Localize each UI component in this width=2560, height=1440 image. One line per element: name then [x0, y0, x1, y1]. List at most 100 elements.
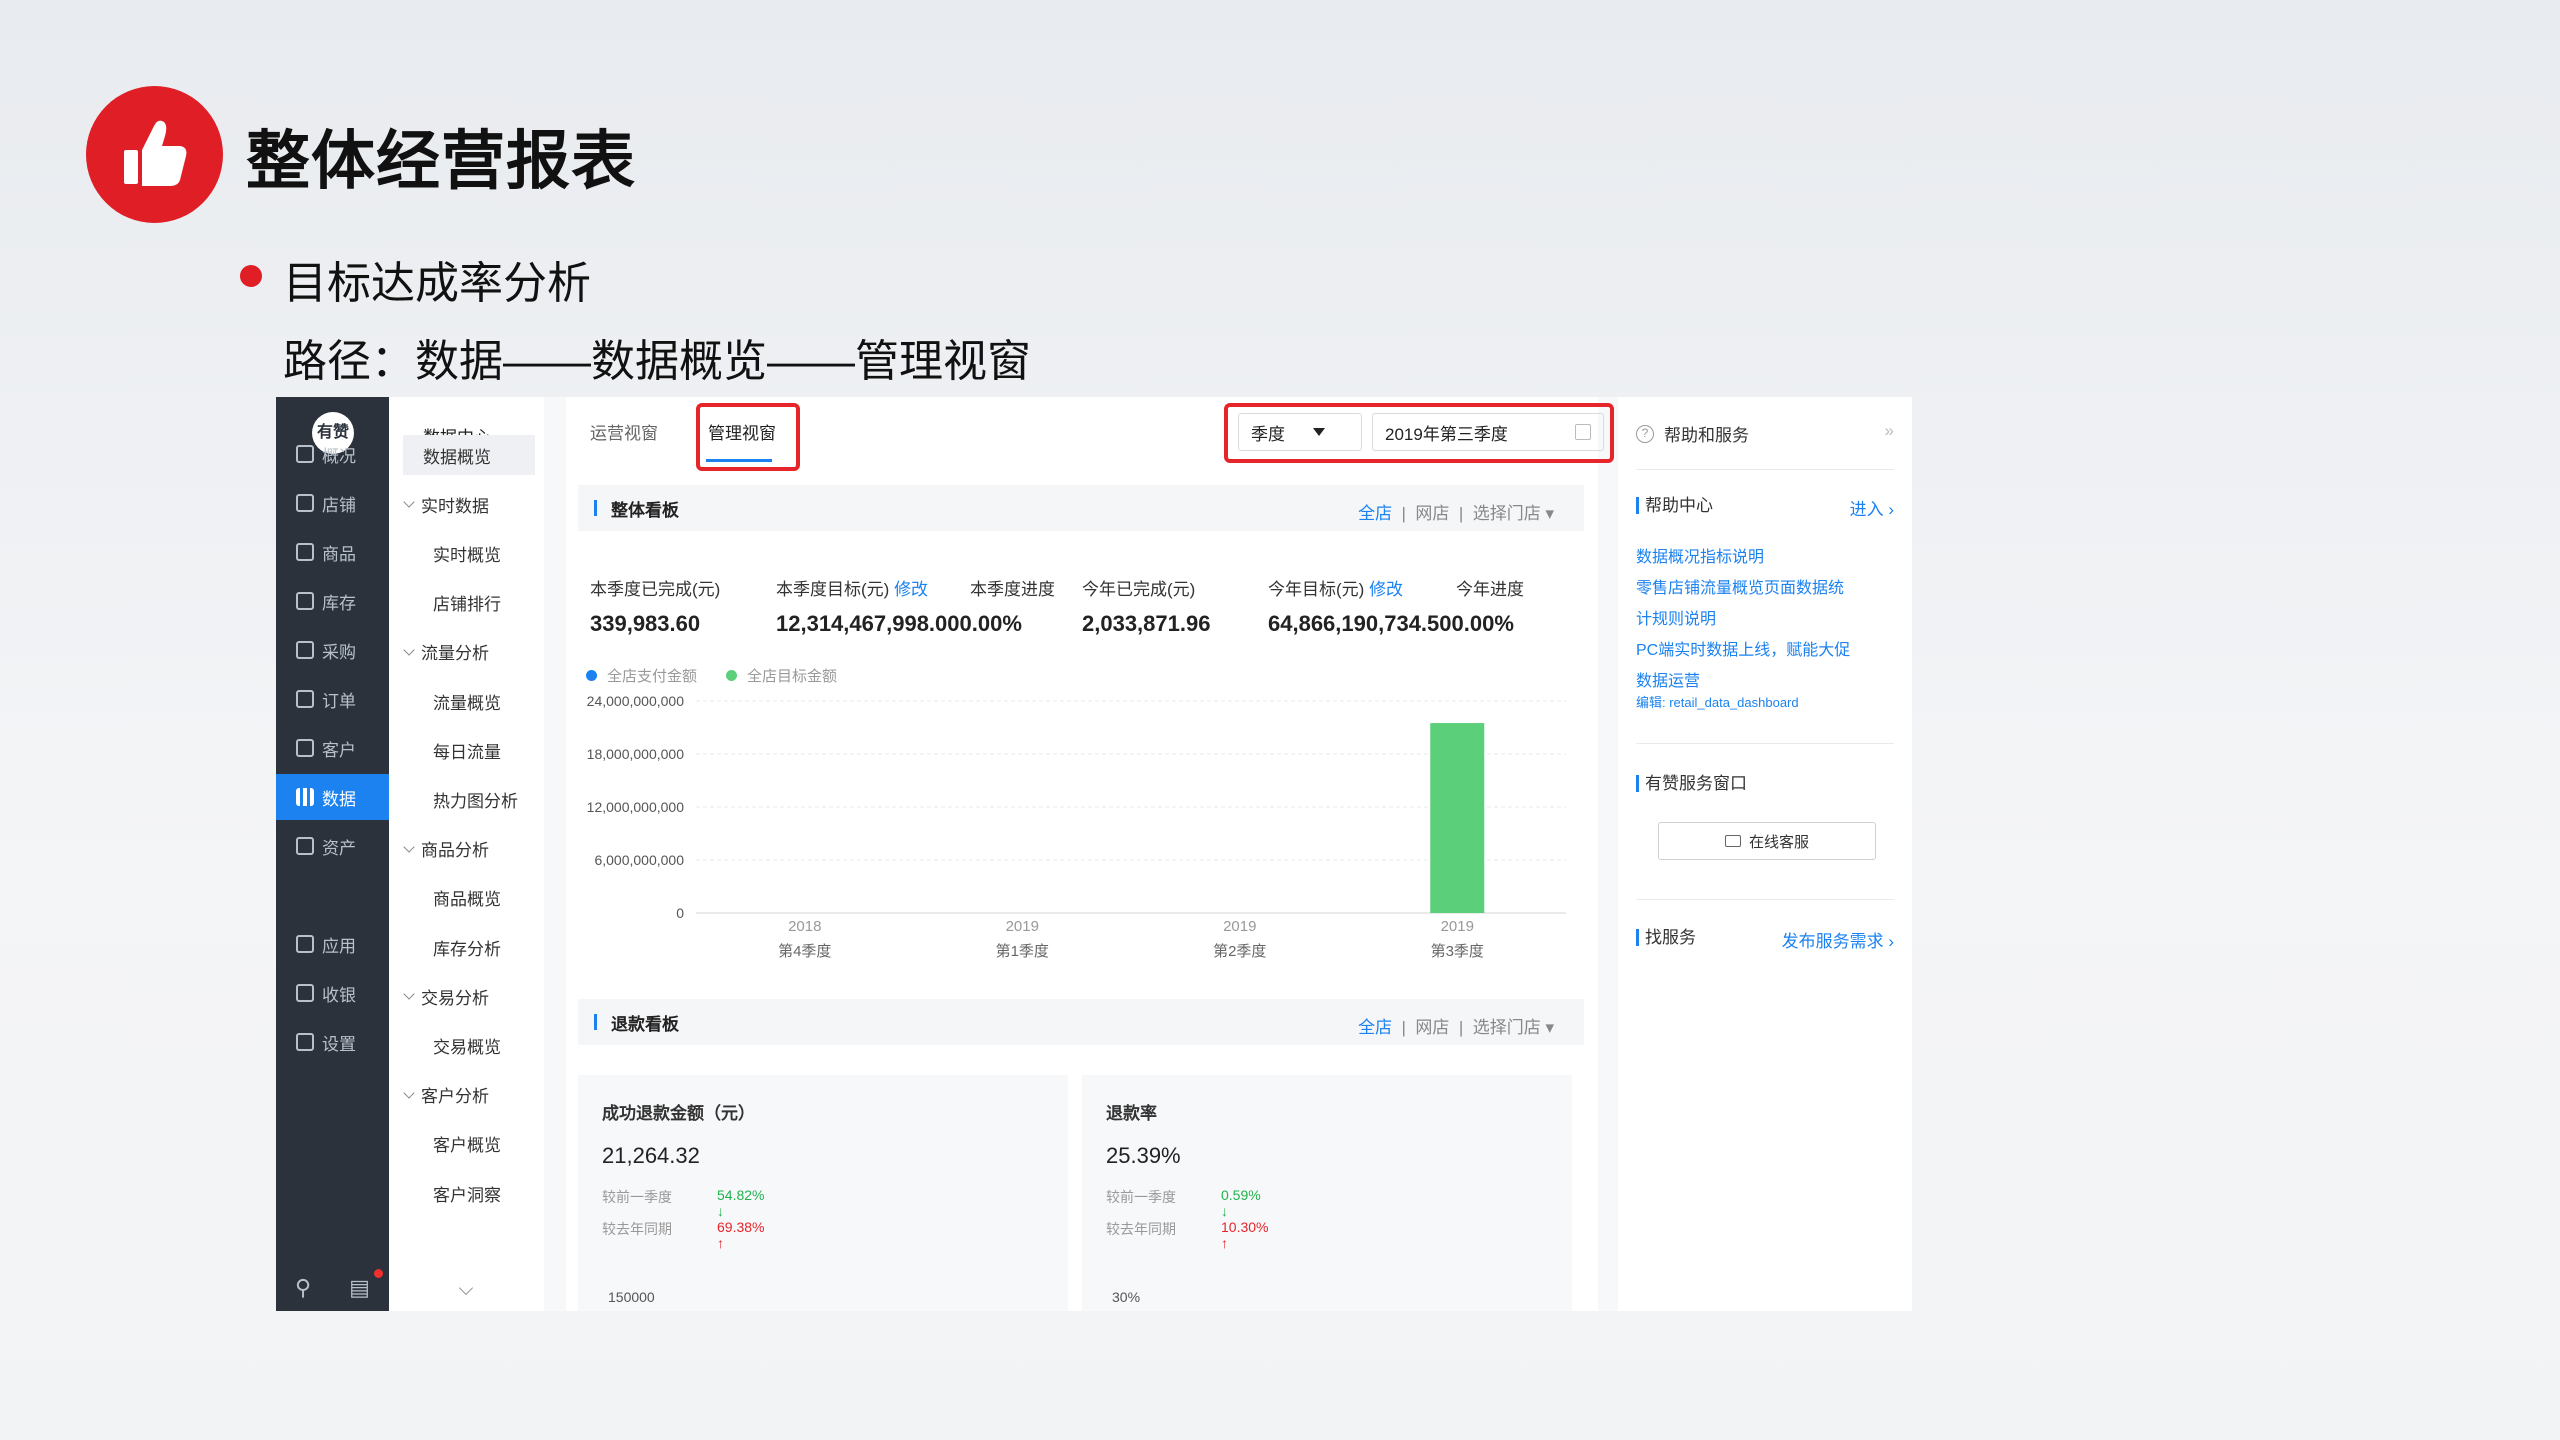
- subnav-item-label: 店铺排行: [433, 595, 501, 615]
- sidebar-item-7[interactable]: 数据: [276, 774, 389, 820]
- chevron-down-icon: [403, 496, 415, 508]
- sidebar-item-11[interactable]: 设置: [276, 1019, 389, 1065]
- legend-item-paid[interactable]: 全店支付金额: [586, 665, 697, 686]
- bullet-text: 目标达成率分析: [283, 259, 591, 308]
- subnav-item-7[interactable]: 热力图分析: [389, 779, 544, 819]
- help-panel: ? 帮助和服务 » 帮助中心 进入 › 数据概况指标说明 零售店铺流量概览页面数据…: [1618, 397, 1912, 1311]
- user-icon: [296, 739, 314, 757]
- subnav-item-11[interactable]: 交易分析: [389, 976, 544, 1016]
- help-center-heading: 帮助中心: [1636, 497, 1713, 514]
- store-icon: [296, 494, 314, 512]
- subnav-item-9[interactable]: 商品概览: [389, 878, 544, 918]
- legend-item-target[interactable]: 全店目标金额: [726, 665, 837, 686]
- sidebar-item-3[interactable]: 库存: [276, 578, 389, 624]
- y-tick-label: 12,000,000,000: [587, 799, 685, 815]
- main-content: 运营视窗 管理视窗 季度 2019年第三季度 整体看板 全店 | 网店 | 选择…: [566, 397, 1614, 1311]
- kpi-label-quarter-done: 本季度已完成(元): [590, 580, 721, 599]
- highlight-box-period: [1224, 403, 1614, 463]
- subnav-item-13[interactable]: 客户分析: [389, 1075, 544, 1115]
- y-tick-label: 24,000,000,000: [587, 693, 685, 709]
- edit-quarter-target-link[interactable]: 修改: [894, 580, 928, 599]
- refund-title: 退款看板: [611, 1014, 679, 1034]
- highlight-box-tab: [696, 403, 800, 471]
- service-window-heading: 有赞服务窗口: [1636, 775, 1747, 792]
- help-link-4[interactable]: 数据运营: [1636, 667, 1700, 691]
- search-icon[interactable]: ⚲: [295, 1275, 311, 1301]
- filter-all-stores[interactable]: 全店: [1358, 504, 1392, 523]
- expand-chevron-icon[interactable]: [458, 1280, 474, 1296]
- subnav-item-6[interactable]: 每日流量: [389, 730, 544, 770]
- subnav-item-12[interactable]: 交易概览: [389, 1025, 544, 1065]
- kpi-label-year-target: 今年目标(元) 修改: [1268, 580, 1404, 599]
- subnav-item-label: 流量分析: [421, 644, 489, 664]
- message-icon[interactable]: ▤: [349, 1275, 370, 1301]
- help-link-1[interactable]: 数据概况指标说明: [1636, 543, 1764, 567]
- sidebar-item-0[interactable]: 概况: [276, 431, 389, 477]
- sidebar-item-6[interactable]: 客户: [276, 725, 389, 771]
- subnav-item-1[interactable]: 实时数据: [389, 484, 544, 524]
- y-tick-label: 6,000,000,000: [594, 852, 684, 868]
- refund-filter-all-stores[interactable]: 全店: [1358, 1018, 1392, 1037]
- refund-rate-axis-top: 30%: [1112, 1289, 1141, 1305]
- sidebar-item-10[interactable]: 收银: [276, 970, 389, 1016]
- sidebar-item-label: 店铺: [322, 495, 356, 515]
- refund-section-header: 退款看板 全店 | 网店 | 选择门店 ▾: [578, 999, 1584, 1045]
- subnav-item-2[interactable]: 实时概览: [389, 533, 544, 573]
- sub-sidebar: 数据中心 数据概览实时数据实时概览店铺排行流量分析流量概览每日流量热力图分析商品…: [389, 397, 544, 1311]
- help-center-enter-link[interactable]: 进入 ›: [1850, 495, 1894, 520]
- collapse-icon[interactable]: »: [1885, 421, 1894, 441]
- sidebar-item-label: 概况: [322, 446, 356, 466]
- sidebar-item-5[interactable]: 订单: [276, 676, 389, 722]
- subnav-item-label: 交易分析: [421, 988, 489, 1008]
- sidebar-item-2[interactable]: 商品: [276, 529, 389, 575]
- x-tick-label: 第4季度: [778, 942, 831, 960]
- subnav-item-8[interactable]: 商品分析: [389, 829, 544, 869]
- sidebar-item-9[interactable]: 应用: [276, 921, 389, 967]
- sidebar-item-label: 订单: [322, 691, 356, 711]
- bar-chart-icon: [296, 788, 314, 806]
- help-link-2-cont[interactable]: 计规则说明: [1636, 605, 1716, 629]
- app-screenshot: 有赞 概况店铺商品库存采购订单客户数据资产应用收银设置 ⚲ ▤ 数据中心 数据概…: [276, 397, 1912, 1311]
- kpi-label-quarter-progress: 本季度进度: [970, 580, 1055, 599]
- thumbs-up-logo: [86, 86, 223, 223]
- filter-online-store[interactable]: 网店: [1415, 504, 1449, 523]
- divider: [1636, 899, 1894, 900]
- subnav-item-label: 实时数据: [421, 496, 489, 516]
- subnav-item-5[interactable]: 流量概览: [389, 681, 544, 721]
- bar-1-3[interactable]: [1430, 723, 1485, 913]
- chevron-down-icon: [403, 644, 415, 656]
- subnav-item-14[interactable]: 客户概览: [389, 1124, 544, 1164]
- subnav-item-0[interactable]: 数据概览: [403, 435, 535, 475]
- post-service-need-link[interactable]: 发布服务需求 ›: [1782, 927, 1894, 952]
- order-icon: [296, 690, 314, 708]
- cashier-icon: [296, 984, 314, 1002]
- chevron-down-icon: [403, 1086, 415, 1099]
- help-header: ? 帮助和服务: [1636, 421, 1749, 446]
- x-tick-label: 第2季度: [1213, 942, 1266, 960]
- sidebar-item-1[interactable]: 店铺: [276, 480, 389, 526]
- edit-year-target-link[interactable]: 修改: [1369, 580, 1403, 599]
- sidebar-item-label: 商品: [322, 544, 356, 564]
- x-tick-label: 2018: [788, 918, 821, 935]
- subnav-item-15[interactable]: 客户洞察: [389, 1173, 544, 1213]
- filter-pick-store[interactable]: 选择门店 ▾: [1473, 504, 1554, 523]
- refund-filter-online-store[interactable]: 网店: [1415, 1018, 1449, 1037]
- refund-filter-pick-store[interactable]: 选择门店 ▾: [1473, 1018, 1554, 1037]
- subnav-item-label: 客户概览: [433, 1136, 501, 1156]
- subnav-item-label: 交易概览: [433, 1037, 501, 1057]
- sidebar-bottom: ⚲ ▤: [276, 1265, 389, 1311]
- online-service-button[interactable]: 在线客服: [1658, 822, 1876, 860]
- subnav-item-4[interactable]: 流量分析: [389, 632, 544, 672]
- subnav-item-10[interactable]: 库存分析: [389, 927, 544, 967]
- kpi-label-year-done: 今年已完成(元): [1082, 580, 1196, 599]
- sidebar-item-8[interactable]: 资产: [276, 823, 389, 869]
- help-link-3[interactable]: PC端实时数据上线，赋能大促: [1636, 636, 1850, 660]
- y-tick-label: 0: [676, 905, 684, 921]
- sidebar-item-4[interactable]: 采购: [276, 627, 389, 673]
- notification-dot: [374, 1269, 383, 1278]
- subnav-item-label: 热力图分析: [433, 791, 518, 811]
- help-link-2[interactable]: 零售店铺流量概览页面数据统: [1636, 574, 1844, 598]
- tab-operations[interactable]: 运营视窗: [590, 419, 658, 444]
- subnav-item-3[interactable]: 店铺排行: [389, 583, 544, 623]
- sidebar-item-label: 资产: [322, 838, 356, 858]
